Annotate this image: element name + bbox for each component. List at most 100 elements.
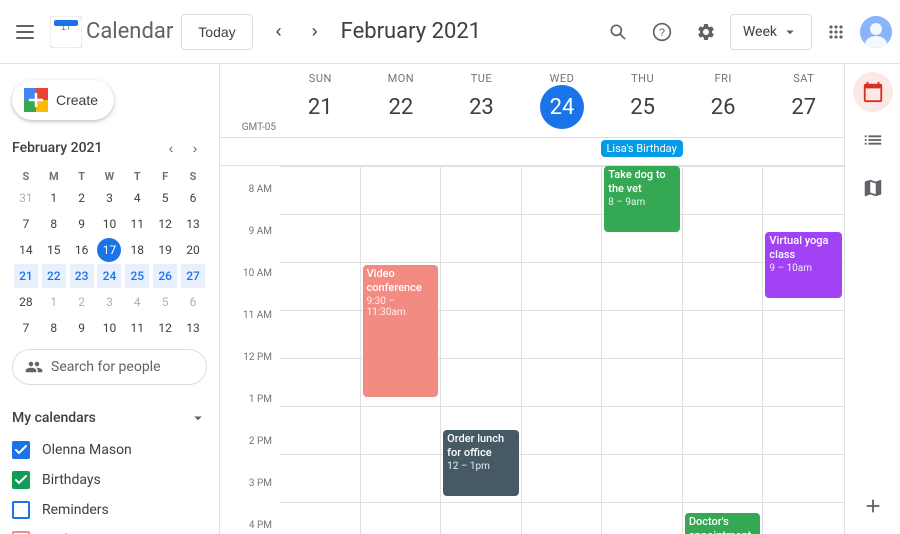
mini-day-18[interactable]: 18 [125,238,149,262]
time-label-9am: 9 AM [220,226,280,274]
mini-day-4[interactable]: 4 [125,290,149,314]
lisas-birthday-event[interactable]: Lisa's Birthday [601,140,683,157]
calendar-header-row: GMT-05 SUN 21 MON 22 TUE 23 WED 24 [220,64,844,138]
mini-day-21[interactable]: 21 [14,264,38,288]
mini-day-20[interactable]: 20 [181,238,205,262]
mini-dow-sat: S [179,168,207,185]
mini-day-9[interactable]: 9 [70,212,94,236]
event-title-virtual-yoga: Virtual yoga class [769,234,838,263]
menu-button[interactable] [8,15,42,49]
mini-day-5[interactable]: 5 [153,290,177,314]
mini-day-26[interactable]: 26 [153,264,177,288]
avatar[interactable] [860,16,892,48]
view-selector[interactable]: Week [730,14,812,50]
event-doctors[interactable]: Doctor's appointment1:15 – 2:15pm [685,513,761,534]
nav-arrows: ‹ › [261,14,333,50]
calendar-area: GMT-05 SUN 21 MON 22 TUE 23 WED 24 [220,64,844,534]
right-icon-add[interactable] [853,486,893,526]
mini-day-4[interactable]: 4 [125,186,149,210]
my-calendars-section: My calendars Olenna Mason Birthdays [0,401,219,534]
search-button[interactable] [598,12,638,52]
mini-day-25[interactable]: 25 [125,264,149,288]
apps-button[interactable] [816,12,856,52]
right-icon-tasks[interactable] [853,120,893,160]
calendar-checkbox-olenna[interactable] [12,441,30,459]
mini-cal-next[interactable]: › [183,136,207,160]
mini-day-12[interactable]: 12 [153,212,177,236]
mini-day-19[interactable]: 19 [153,238,177,262]
event-virtual-yoga[interactable]: Virtual yoga class9 – 10am [765,232,842,298]
mini-day-22[interactable]: 22 [42,264,66,288]
next-button[interactable]: › [297,14,333,50]
settings-button[interactable] [686,12,726,52]
mini-day-24[interactable]: 24 [97,264,121,288]
mini-day-28[interactable]: 28 [14,290,38,314]
day-num-mon[interactable]: 22 [379,85,423,129]
events-grid: Deliver Grace's dog2 – 3pm Video confere… [280,166,844,534]
mini-day-9[interactable]: 9 [70,316,94,340]
day-num-tue[interactable]: 23 [459,85,503,129]
mini-day-23[interactable]: 23 [70,264,94,288]
time-label-10am: 10 AM [220,268,280,316]
mini-day-10[interactable]: 10 [97,212,121,236]
mini-day-10[interactable]: 10 [97,316,121,340]
help-button[interactable]: ? [642,12,682,52]
day-num-thu[interactable]: 25 [621,85,665,129]
event-title-order-lunch: Order lunch for office [447,432,515,461]
day-num-fri[interactable]: 26 [701,85,745,129]
today-button[interactable]: Today [181,14,252,50]
mini-day-15[interactable]: 15 [42,238,66,262]
time-grid: 8 AM 9 AM 10 AM 11 AM 12 PM 1 PM 2 PM 3 … [220,166,844,534]
event-take-dog[interactable]: Take dog to the vet8 – 9am [604,166,680,232]
mini-day-6[interactable]: 6 [181,290,205,314]
sidebar: Create February 2021 ‹ › S M [0,64,220,534]
mini-day-2[interactable]: 2 [70,186,94,210]
right-icon-calendar[interactable] [853,72,893,112]
mini-day-2[interactable]: 2 [70,290,94,314]
mini-day-14[interactable]: 14 [14,238,38,262]
day-col-sat: Virtual yoga class9 – 10am [763,166,844,534]
mini-day-16[interactable]: 16 [70,238,94,262]
mini-cal-prev[interactable]: ‹ [159,136,183,160]
my-calendars-header[interactable]: My calendars [0,401,219,435]
mini-day-11[interactable]: 11 [125,316,149,340]
mini-day-13[interactable]: 13 [181,316,205,340]
time-label-11am: 11 AM [220,310,280,358]
mini-day-31[interactable]: 31 [14,186,38,210]
day-num-wed[interactable]: 24 [540,85,584,129]
mini-day-8[interactable]: 8 [42,316,66,340]
mini-day-7[interactable]: 7 [14,316,38,340]
calendar-item-reminders[interactable]: Reminders [0,495,211,525]
mini-day-12[interactable]: 12 [153,316,177,340]
create-button[interactable]: Create [12,80,114,120]
calendar-label-olenna: Olenna Mason [42,442,132,458]
mini-dow-thu: T [123,168,151,185]
mini-day-6[interactable]: 6 [181,186,205,210]
right-icon-maps[interactable] [853,168,893,208]
mini-day-11[interactable]: 11 [125,212,149,236]
day-num-sun[interactable]: 21 [298,85,342,129]
mini-day-3[interactable]: 3 [97,290,121,314]
calendar-checkbox-birthdays[interactable] [12,471,30,489]
calendar-item-birthdays[interactable]: Birthdays [0,465,211,495]
mini-day-3[interactable]: 3 [97,186,121,210]
all-day-col-thu: Lisa's Birthday [599,138,685,165]
mini-dow-mon: M [40,168,68,185]
calendar-item-olenna[interactable]: Olenna Mason [0,435,211,465]
mini-day-13[interactable]: 13 [181,212,205,236]
mini-day-17[interactable]: 17 [97,238,121,262]
search-people[interactable]: Search for people [12,349,207,385]
mini-day-1[interactable]: 1 [42,186,66,210]
mini-day-8[interactable]: 8 [42,212,66,236]
mini-day-7[interactable]: 7 [14,212,38,236]
mini-day-1[interactable]: 1 [42,290,66,314]
mini-day-5[interactable]: 5 [153,186,177,210]
event-order-lunch[interactable]: Order lunch for office12 – 1pm [443,430,519,496]
mini-day-27[interactable]: 27 [181,264,205,288]
calendar-checkbox-reminders[interactable] [12,501,30,519]
day-num-sat[interactable]: 27 [782,85,826,129]
event-video-conf[interactable]: Video conference9:30 – 11:30am [363,265,439,397]
prev-button[interactable]: ‹ [261,14,297,50]
main-area: Create February 2021 ‹ › S M [0,64,900,534]
calendar-item-tasks[interactable]: Tasks [0,525,211,534]
